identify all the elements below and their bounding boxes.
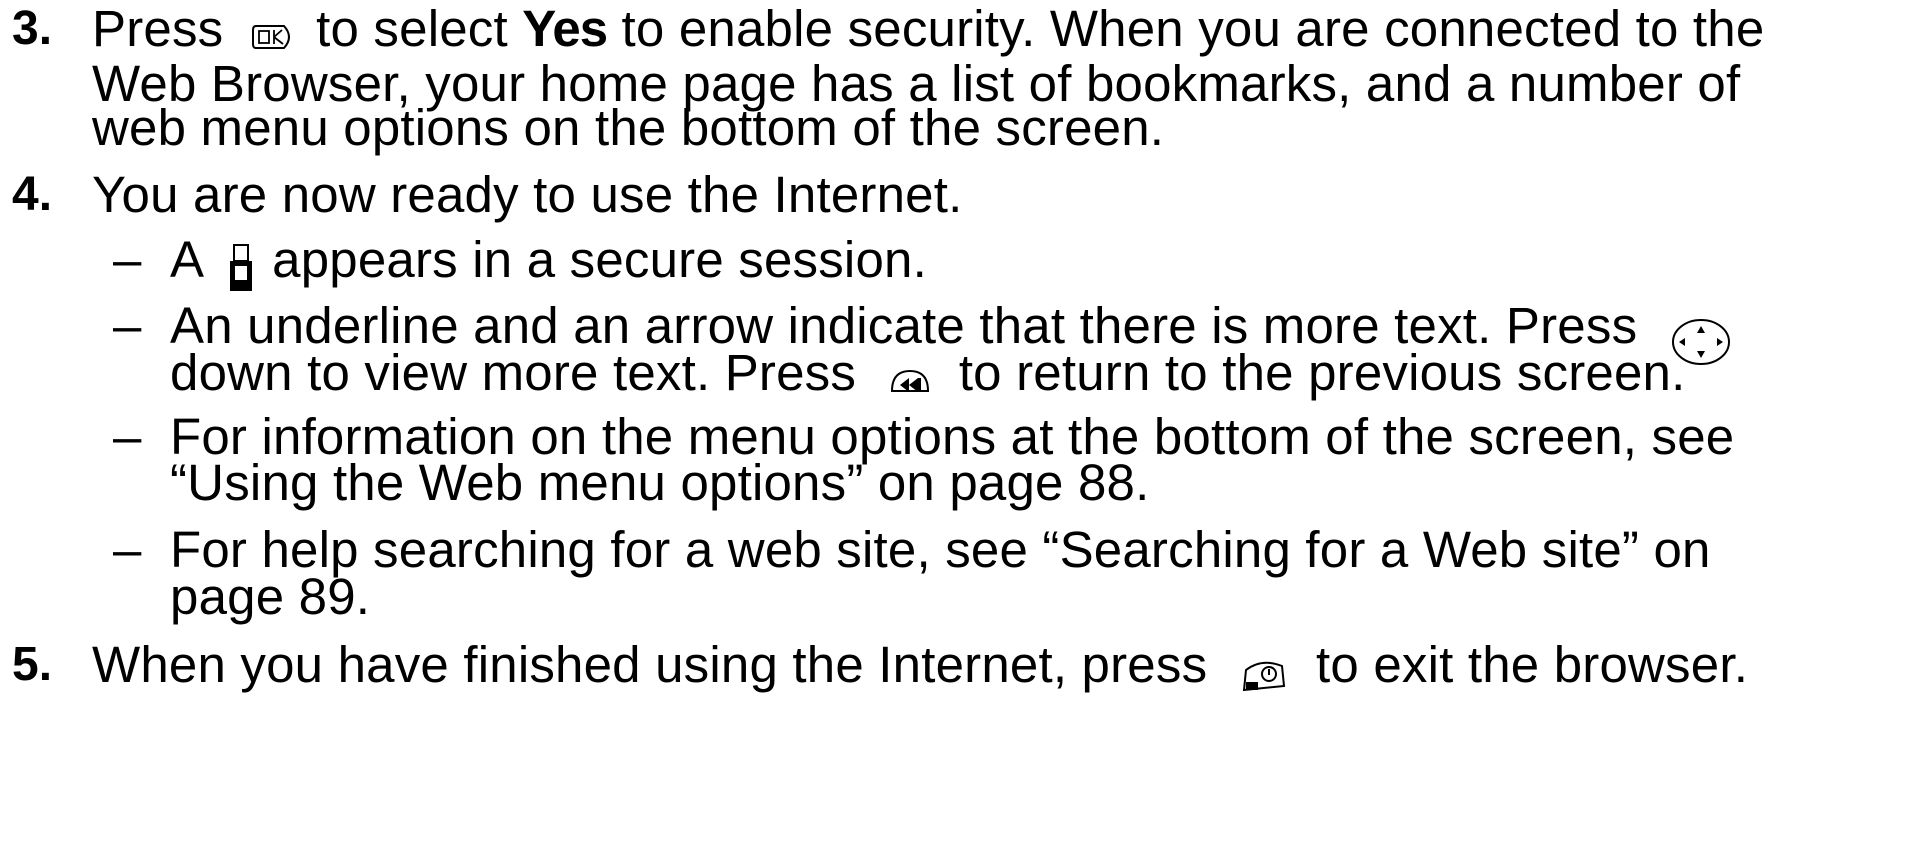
padlock-icon (228, 243, 254, 293)
step-number: 5. (12, 638, 53, 691)
step-3-line-1: Press to select Yes to enable security. … (92, 2, 1764, 56)
bullet-3-line-2: “Using the Web menu options” on page 88. (170, 454, 1150, 511)
bullet-text: appears in a secure session. (272, 231, 927, 288)
step-text: Press (92, 0, 224, 57)
step-number: 3. (12, 2, 53, 55)
step-number: 4. (12, 168, 53, 221)
bullet-dash: – (113, 231, 142, 288)
bold-option-yes: Yes (522, 0, 608, 57)
bullet-2-line-2: down to view more text. Press to return … (170, 346, 1685, 400)
step-text: to enable security. When you are connect… (621, 0, 1765, 57)
bullet-dash: – (113, 408, 142, 465)
bullet-4-line-1: For help searching for a web site, see “… (170, 521, 1711, 578)
step-text: When you have finished using the Interne… (92, 636, 1208, 693)
step-text: to select (316, 0, 508, 57)
instruction-document: 3. Press to select Yes to enable securit… (0, 0, 1927, 848)
back-key-icon (888, 365, 932, 401)
step-4-line-1: You are now ready to use the Internet. (92, 166, 963, 223)
bullet-text: down to view more text. Press (170, 344, 857, 401)
bullet-1-line-1: A appears in a secure session. (170, 231, 927, 291)
bullet-dash: – (113, 297, 142, 354)
step-text: to exit the browser. (1316, 636, 1749, 693)
step-3-line-3: web menu options on the bottom of the sc… (92, 99, 1165, 156)
bullet-dash: – (113, 521, 142, 578)
bullet-text: A (170, 231, 202, 288)
bullet-text: to return to the previous screen. (958, 344, 1686, 401)
bullet-4-line-2: page 89. (170, 568, 371, 625)
end-key-icon (1238, 656, 1288, 694)
step-5-line-1: When you have finished using the Interne… (92, 638, 1748, 692)
ok-key-icon (250, 22, 296, 52)
